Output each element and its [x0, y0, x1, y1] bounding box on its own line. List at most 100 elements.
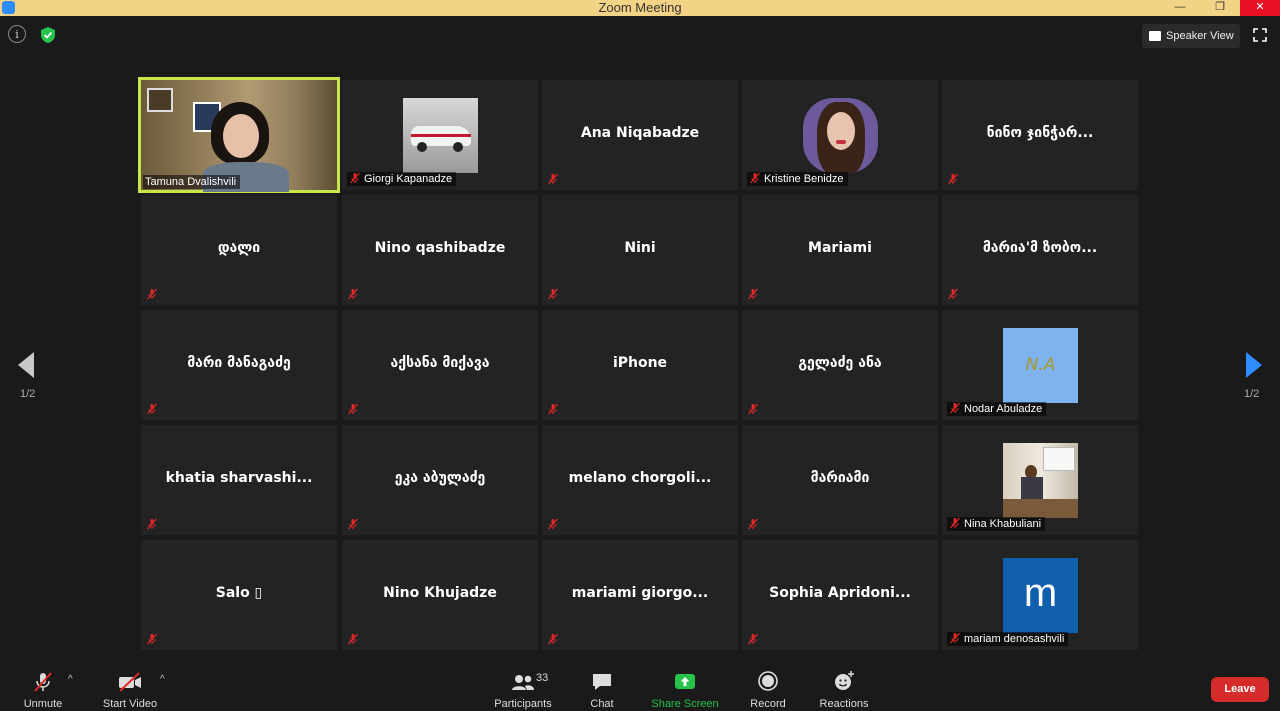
- record-button[interactable]: Record: [748, 670, 788, 710]
- participant-tile[interactable]: დალი: [141, 195, 337, 305]
- participant-display-name: აქსანა მიქავა: [390, 355, 490, 371]
- participant-tile[interactable]: Sophia Apridoni...: [742, 540, 938, 650]
- video-off-icon: [119, 672, 141, 692]
- fullscreen-icon[interactable]: [1253, 28, 1267, 42]
- muted-microphone-icon: [547, 402, 561, 416]
- muted-microphone-icon: [747, 287, 761, 301]
- participant-display-name: khatia sharvashi...: [165, 470, 313, 486]
- participant-display-name: ნინო ჯინჭარ...: [986, 125, 1094, 141]
- participant-count: 33: [536, 672, 549, 684]
- participant-video-feed: [141, 80, 337, 192]
- participant-tile[interactable]: მარი მანაგაძე: [141, 310, 337, 420]
- close-button[interactable]: ✕: [1240, 0, 1280, 16]
- participant-tile[interactable]: გელაძე ანა: [742, 310, 938, 420]
- participant-display-name: მარია'მ ზობო...: [982, 240, 1098, 256]
- security-shield-icon[interactable]: [38, 25, 58, 45]
- participant-avatar: N.A: [1003, 328, 1078, 403]
- unmute-label: Unmute: [23, 698, 63, 710]
- participant-tile[interactable]: Kristine Benidze: [742, 80, 938, 190]
- participant-tile[interactable]: Salo ▯: [141, 540, 337, 650]
- participant-tile[interactable]: iPhone: [542, 310, 738, 420]
- participant-tile[interactable]: Nini: [542, 195, 738, 305]
- participant-name-text: Tamuna Dvalishvili: [145, 176, 237, 188]
- participant-tile[interactable]: khatia sharvashi...: [141, 425, 337, 535]
- start-video-label: Start Video: [102, 698, 158, 710]
- meeting-toolbar: [0, 660, 1280, 711]
- participant-name-text: Kristine Benidze: [764, 173, 844, 185]
- start-video-button[interactable]: Start Video: [100, 670, 160, 710]
- participants-icon: [512, 675, 534, 690]
- share-screen-button[interactable]: Share Screen: [650, 670, 720, 710]
- muted-microphone-icon: [146, 632, 160, 646]
- muted-microphone-icon: [947, 287, 961, 301]
- participants-label: Participants: [494, 698, 552, 710]
- participant-tile[interactable]: Nino Khujadze: [342, 540, 538, 650]
- reactions-button[interactable]: Reactions: [817, 670, 871, 710]
- muted-microphone-icon: [547, 517, 561, 531]
- participant-tile[interactable]: N.A Nodar Abuladze: [942, 310, 1138, 420]
- participant-display-name: Nini: [624, 240, 656, 256]
- muted-microphone-icon: [949, 402, 961, 414]
- speaker-view-button[interactable]: Speaker View: [1142, 24, 1240, 48]
- window-title: Zoom Meeting: [598, 0, 682, 15]
- participant-tile[interactable]: Nina Khabuliani: [942, 425, 1138, 535]
- record-label: Record: [750, 698, 786, 710]
- next-page-arrow-icon[interactable]: [1246, 352, 1262, 378]
- chat-label: Chat: [590, 698, 614, 710]
- audio-options-chevron-up-icon[interactable]: ^: [68, 674, 73, 685]
- participant-tile[interactable]: ეკა აბულაძე: [342, 425, 538, 535]
- participant-name-tag: Kristine Benidze: [747, 172, 848, 186]
- muted-microphone-icon: [146, 287, 160, 301]
- video-options-chevron-up-icon[interactable]: ^: [160, 674, 165, 685]
- page-indicator-right: 1/2: [1244, 388, 1260, 400]
- window-titlebar: Zoom Meeting — ❐ ✕: [0, 0, 1280, 16]
- muted-microphone-icon: [947, 172, 961, 186]
- participant-tile[interactable]: mariami giorgo...: [542, 540, 738, 650]
- microphone-muted-icon: [34, 672, 52, 692]
- participant-name-tag: mariam denosashvili: [947, 632, 1069, 646]
- participant-tile[interactable]: ნინო ჯინჭარ...: [942, 80, 1138, 190]
- page-indicator-left: 1/2: [20, 388, 36, 400]
- muted-microphone-icon: [747, 632, 761, 646]
- speaker-view-label: Speaker View: [1166, 30, 1234, 42]
- muted-microphone-icon: [949, 632, 961, 644]
- participant-display-name: mariami giorgo...: [571, 585, 709, 601]
- participant-tile[interactable]: მარია'მ ზობო...: [942, 195, 1138, 305]
- maximize-button[interactable]: ❐: [1200, 0, 1240, 16]
- participant-avatar: m: [1003, 558, 1078, 633]
- participant-display-name: მარიამი: [810, 470, 870, 486]
- prev-page-arrow-icon[interactable]: [18, 352, 34, 378]
- participant-tile[interactable]: Giorgi Kapanadze: [342, 80, 538, 190]
- participant-display-name: ეკა აბულაძე: [394, 470, 486, 486]
- minimize-button[interactable]: —: [1160, 0, 1200, 16]
- muted-microphone-icon: [949, 517, 961, 529]
- participant-tile[interactable]: Ana Niqabadze: [542, 80, 738, 190]
- share-screen-label: Share Screen: [651, 698, 719, 710]
- chat-button[interactable]: Chat: [582, 670, 622, 710]
- participant-tile[interactable]: m mariam denosashvili: [942, 540, 1138, 650]
- info-icon[interactable]: i: [8, 25, 26, 43]
- participant-name-tag: Tamuna Dvalishvili: [143, 175, 241, 189]
- leave-meeting-button[interactable]: Leave: [1211, 677, 1269, 702]
- share-screen-icon: [675, 674, 695, 689]
- unmute-button[interactable]: Unmute: [18, 670, 68, 710]
- participant-tile[interactable]: melano chorgoli...: [542, 425, 738, 535]
- participant-display-name: melano chorgoli...: [568, 470, 712, 486]
- reactions-smiley-icon: [835, 671, 854, 690]
- participant-profile-photo: [803, 98, 878, 173]
- participant-tile[interactable]: Mariami: [742, 195, 938, 305]
- participant-profile-photo: [403, 98, 478, 173]
- muted-microphone-icon: [747, 517, 761, 531]
- participant-display-name: Nino qashibadze: [374, 240, 506, 256]
- participant-tile[interactable]: აქსანა მიქავა: [342, 310, 538, 420]
- record-icon: [758, 671, 778, 691]
- participant-tile[interactable]: Nino qashibadze: [342, 195, 538, 305]
- participant-name-tag: Giorgi Kapanadze: [347, 172, 457, 186]
- reactions-label: Reactions: [819, 698, 869, 710]
- muted-microphone-icon: [146, 517, 160, 531]
- participant-name-tag: Nina Khabuliani: [947, 517, 1046, 531]
- participant-display-name: Nino Khujadze: [383, 585, 497, 601]
- chat-icon: [593, 674, 611, 690]
- participant-tile[interactable]: Tamuna Dvalishvili: [138, 77, 340, 193]
- participant-tile[interactable]: მარიამი: [742, 425, 938, 535]
